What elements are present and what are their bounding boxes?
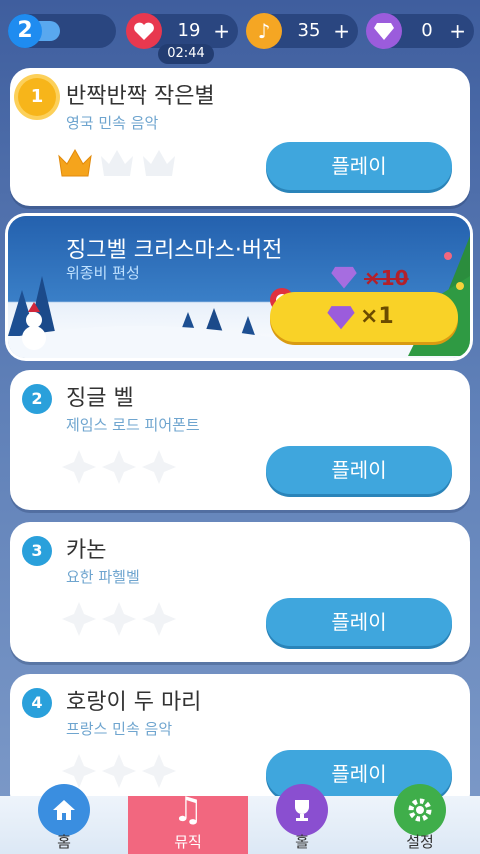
nav-settings[interactable]: 설정	[360, 784, 480, 854]
crown-icon-empty	[143, 150, 175, 176]
star-icon-empty	[142, 754, 176, 788]
bottom-navigation: 홈 ♫ 뮤직 홀 설정	[0, 784, 480, 854]
gem-price: ×1	[360, 304, 394, 329]
song-artist: 제임스 로드 피어폰트	[66, 416, 200, 434]
song-title: 호랑이 두 마리	[66, 690, 202, 715]
event-subtitle: 위종비 편성	[66, 264, 140, 282]
diamond-icon	[331, 266, 357, 289]
diamond-icon	[327, 306, 355, 330]
play-button[interactable]: 플레이	[266, 142, 452, 190]
star-rating	[60, 600, 178, 638]
song-artist: 프랑스 민속 음악	[66, 720, 173, 738]
star-icon-empty	[102, 450, 136, 484]
nav-music-label: 뮤직	[174, 833, 202, 851]
nav-home[interactable]: 홈	[4, 784, 124, 854]
play-button[interactable]: 플레이	[266, 446, 452, 494]
christmas-event-banner[interactable]: 징그벨 크리스마스·버전 위종비 편성 ×10 ×1	[8, 216, 470, 358]
star-rating	[60, 448, 178, 486]
top-bar: 2 19 + ♪ 35 + 0 + 02:44	[0, 0, 480, 64]
star-icon-empty	[62, 450, 96, 484]
trophy-icon	[276, 784, 328, 836]
rank-number: 4	[22, 688, 52, 718]
rank-number: 2	[22, 384, 52, 414]
level-indicator: 2	[8, 14, 116, 48]
star-icon-empty	[102, 602, 136, 636]
crown-icon-empty	[101, 150, 133, 176]
notes-value: 35	[297, 20, 321, 41]
add-gems-button[interactable]: +	[449, 14, 466, 48]
diamond-icon	[366, 13, 402, 49]
music-note-coin-icon: ♪	[246, 13, 282, 49]
nav-hall-label: 홀	[295, 833, 309, 851]
hearts-counter[interactable]: 19 +	[126, 13, 238, 49]
home-icon	[38, 784, 90, 836]
gems-counter[interactable]: 0 +	[366, 13, 474, 49]
event-title: 징그벨 크리스마스·버전	[66, 238, 283, 263]
song-title: 카논	[66, 538, 107, 563]
add-notes-button[interactable]: +	[333, 14, 350, 48]
song-artist: 요한 파헬벨	[66, 568, 140, 586]
rank-number: 3	[22, 536, 52, 566]
star-icon-empty	[62, 602, 96, 636]
star-icon-empty	[102, 754, 136, 788]
nav-hall[interactable]: 홀	[242, 784, 362, 854]
gear-icon	[394, 784, 446, 836]
old-price-value: ×10	[364, 266, 409, 290]
crown-icon-filled	[58, 148, 92, 177]
song-card: 3 카논 요한 파헬벨 플레이	[10, 522, 470, 662]
level-badge: 2	[8, 14, 42, 48]
heart-refill-timer: 02:44	[158, 44, 214, 64]
star-icon-empty	[142, 450, 176, 484]
hearts-value: 19	[177, 20, 201, 41]
nav-music[interactable]: ♫ 뮤직	[128, 790, 248, 854]
song-card: 2 징글 벨 제임스 로드 피어폰트 플레이	[10, 370, 470, 510]
add-hearts-button[interactable]: +	[213, 14, 230, 48]
song-card: 1 반짝반짝 작은별 영국 민속 음악 플레이	[10, 68, 470, 206]
heart-icon	[126, 13, 162, 49]
crown-rating	[56, 146, 178, 180]
star-rating	[60, 752, 178, 790]
gems-value: 0	[421, 20, 433, 41]
music-note-icon: ♫	[172, 790, 204, 830]
song-artist: 영국 민속 음악	[66, 114, 159, 132]
old-price: ×10	[330, 264, 409, 294]
nav-home-label: 홈	[57, 833, 71, 851]
star-icon-empty	[142, 602, 176, 636]
nav-settings-label: 설정	[406, 833, 434, 851]
play-button[interactable]: 플레이	[266, 598, 452, 646]
song-title: 징글 벨	[66, 386, 134, 411]
unlock-with-gem-button[interactable]: ×1	[270, 292, 458, 342]
rank-sun-badge: 1	[18, 78, 56, 116]
song-title: 반짝반짝 작은별	[66, 84, 215, 109]
notes-counter[interactable]: ♪ 35 +	[246, 13, 358, 49]
